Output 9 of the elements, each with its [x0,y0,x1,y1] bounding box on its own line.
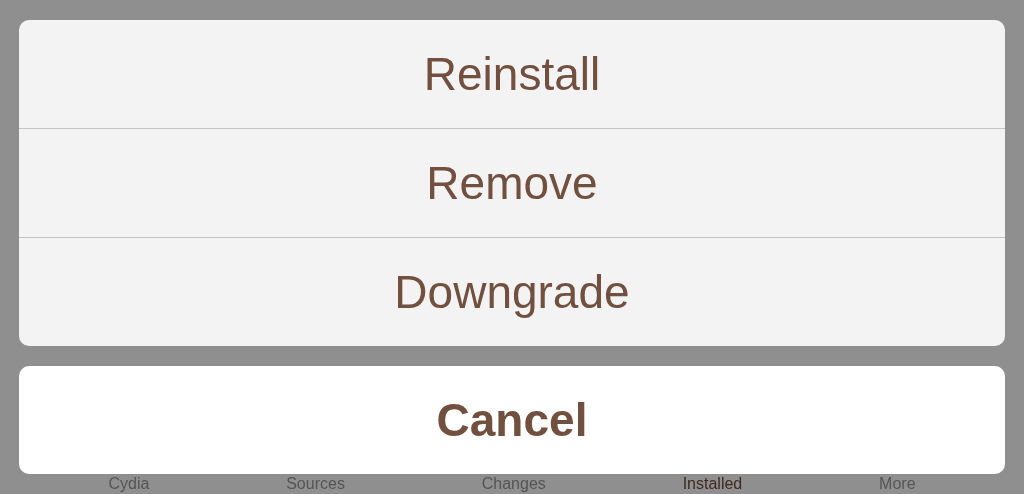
tab[interactable]: Sources [286,474,345,494]
action-button[interactable]: Reinstall [19,20,1005,128]
tab[interactable]: Changes [481,474,546,494]
tab[interactable]: More [879,474,916,494]
action-button[interactable]: Remove [19,128,1005,237]
tab[interactable]: Installed [682,474,743,494]
cancel-button[interactable]: Cancel [19,366,1005,474]
action-button[interactable]: Downgrade [19,237,1005,346]
tab[interactable]: Cydia [108,474,150,494]
